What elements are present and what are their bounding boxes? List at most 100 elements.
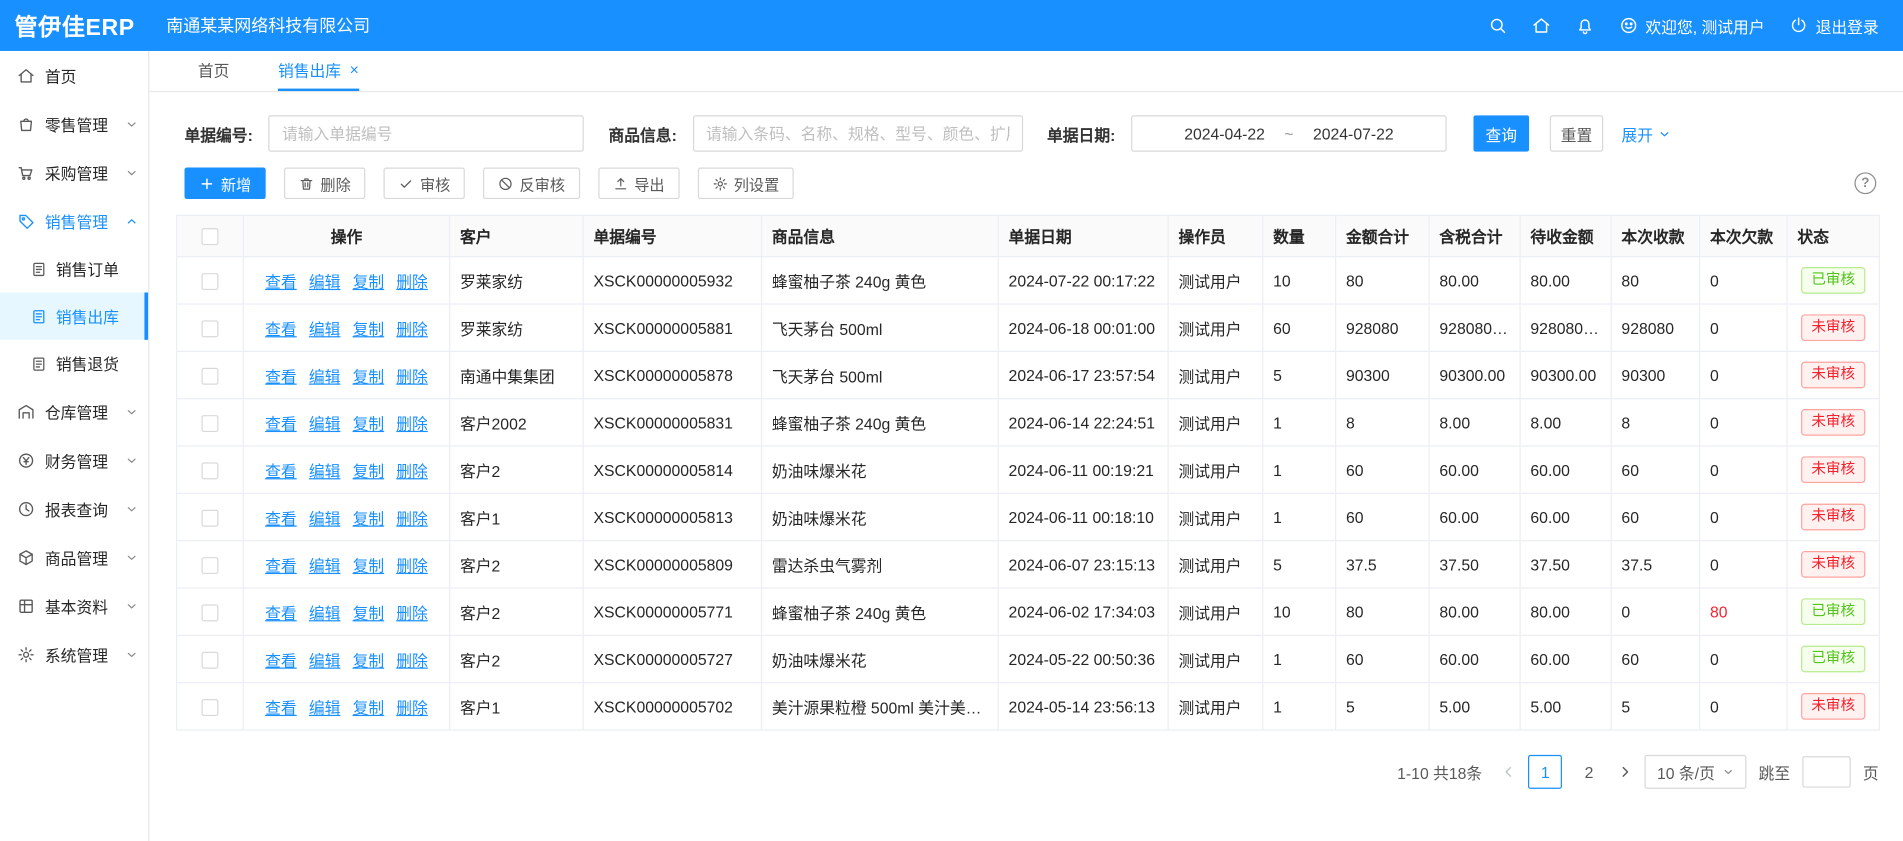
sidebar-item-purchase-management[interactable]: 采购管理	[0, 148, 148, 197]
row-action-delete[interactable]: 删除	[396, 556, 428, 574]
page-button-2[interactable]: 2	[1572, 755, 1606, 789]
row-action-copy[interactable]: 复制	[353, 509, 385, 527]
row-action-view[interactable]: 查看	[265, 462, 297, 480]
row-action-delete[interactable]: 删除	[396, 509, 428, 527]
bill-no-input[interactable]	[269, 115, 585, 151]
row-checkbox[interactable]	[201, 415, 218, 432]
product-icon	[17, 548, 35, 566]
sidebar-item-product-management[interactable]: 商品管理	[0, 533, 148, 582]
row-checkbox[interactable]	[201, 320, 218, 337]
home-icon[interactable]	[1531, 16, 1550, 35]
row-checkbox[interactable]	[201, 651, 218, 668]
sidebar-item-basic-data[interactable]: 基本资料	[0, 581, 148, 630]
add-button[interactable]: 新增	[184, 167, 265, 199]
cell-customer: 客户2	[450, 541, 584, 588]
sidebar-item-retail-management[interactable]: 零售管理	[0, 100, 148, 149]
row-action-edit[interactable]: 编辑	[309, 272, 341, 290]
expand-link[interactable]: 展开	[1621, 122, 1671, 145]
sidebar-item-warehouse-management[interactable]: 仓库管理	[0, 387, 148, 436]
row-action-view[interactable]: 查看	[265, 367, 297, 385]
row-action-delete[interactable]: 删除	[396, 272, 428, 290]
row-checkbox[interactable]	[201, 557, 218, 574]
column-settings-button[interactable]: 列设置	[697, 167, 794, 199]
row-action-copy[interactable]: 复制	[353, 320, 385, 338]
bell-icon[interactable]	[1575, 16, 1594, 35]
row-action-copy[interactable]: 复制	[353, 462, 385, 480]
row-action-view[interactable]: 查看	[265, 509, 297, 527]
sidebar-item-report-query[interactable]: 报表查询	[0, 484, 148, 533]
audit-button[interactable]: 审核	[384, 167, 465, 199]
sidebar-item-sales-management[interactable]: 销售管理	[0, 197, 148, 246]
row-action-copy[interactable]: 复制	[353, 272, 385, 290]
row-action-edit[interactable]: 编辑	[309, 509, 341, 527]
product-info-input[interactable]	[693, 115, 1023, 151]
row-action-delete[interactable]: 删除	[396, 320, 428, 338]
row-action-delete[interactable]: 删除	[396, 414, 428, 432]
close-tab-icon[interactable]: ×	[350, 62, 359, 78]
row-action-copy[interactable]: 复制	[353, 698, 385, 716]
sidebar-item-sales-outbound[interactable]: 销售出库	[0, 292, 148, 339]
sidebar-item-sales-order[interactable]: 销售订单	[0, 245, 148, 292]
prev-page-icon[interactable]	[1502, 765, 1517, 780]
tab-home[interactable]: 首页	[198, 51, 230, 91]
row-action-copy[interactable]: 复制	[353, 556, 385, 574]
reset-button[interactable]: 重置	[1550, 115, 1603, 151]
row-action-edit[interactable]: 编辑	[309, 698, 341, 716]
next-page-icon[interactable]	[1618, 765, 1633, 780]
row-action-edit[interactable]: 编辑	[309, 367, 341, 385]
row-action-edit[interactable]: 编辑	[309, 604, 341, 622]
row-action-delete[interactable]: 删除	[396, 367, 428, 385]
row-action-view[interactable]: 查看	[265, 651, 297, 669]
row-action-delete[interactable]: 删除	[396, 462, 428, 480]
row-action-edit[interactable]: 编辑	[309, 320, 341, 338]
jump-page-input[interactable]	[1802, 756, 1851, 788]
row-action-view[interactable]: 查看	[265, 414, 297, 432]
user-menu[interactable]: 欢迎您, 测试用户	[1619, 14, 1765, 37]
row-checkbox[interactable]	[201, 509, 218, 526]
row-actions-cell: 查看编辑复制删除	[243, 588, 449, 635]
row-action-edit[interactable]: 编辑	[309, 414, 341, 432]
sidebar-item-sales-return[interactable]: 销售退货	[0, 340, 148, 387]
sidebar-item-home[interactable]: 首页	[0, 51, 148, 100]
logout-button[interactable]: 退出登录	[1789, 14, 1879, 37]
row-action-view[interactable]: 查看	[265, 320, 297, 338]
cell-tax-total: 928080.00	[1429, 304, 1520, 351]
sidebar-item-finance-management[interactable]: 财务管理	[0, 436, 148, 485]
row-action-copy[interactable]: 复制	[353, 367, 385, 385]
status-badge: 已审核	[1802, 599, 1865, 625]
row-action-delete[interactable]: 删除	[396, 651, 428, 669]
table-row: 查看编辑复制删除客户2XSCK00000005727奶油味爆米花2024-05-…	[177, 635, 1880, 682]
row-checkbox[interactable]	[201, 699, 218, 716]
cell-qty: 60	[1263, 304, 1336, 351]
delete-button[interactable]: 删除	[284, 167, 365, 199]
sidebar-item-system-management[interactable]: 系统管理	[0, 630, 148, 679]
row-action-view[interactable]: 查看	[265, 556, 297, 574]
row-action-edit[interactable]: 编辑	[309, 651, 341, 669]
row-action-view[interactable]: 查看	[265, 604, 297, 622]
search-button[interactable]: 查询	[1473, 115, 1529, 151]
help-icon[interactable]: ?	[1854, 172, 1876, 194]
row-action-delete[interactable]: 删除	[396, 698, 428, 716]
row-checkbox[interactable]	[201, 604, 218, 621]
row-action-copy[interactable]: 复制	[353, 414, 385, 432]
table-row: 查看编辑复制删除罗莱家纺XSCK00000005932蜂蜜柚子茶 240g 黄色…	[177, 257, 1880, 304]
row-action-view[interactable]: 查看	[265, 272, 297, 290]
date-range-picker[interactable]: 2024-04-22 ~ 2024-07-22	[1131, 115, 1447, 151]
tab-sales-outbound[interactable]: 销售出库×	[278, 51, 359, 91]
row-action-view[interactable]: 查看	[265, 698, 297, 716]
row-checkbox[interactable]	[201, 273, 218, 290]
row-checkbox[interactable]	[201, 367, 218, 384]
unaudit-button[interactable]: 反审核	[483, 167, 580, 199]
row-action-delete[interactable]: 删除	[396, 604, 428, 622]
page-button-1[interactable]: 1	[1528, 755, 1562, 789]
row-action-copy[interactable]: 复制	[353, 604, 385, 622]
row-checkbox[interactable]	[201, 462, 218, 479]
export-button[interactable]: 导出	[598, 167, 679, 199]
row-action-copy[interactable]: 复制	[353, 651, 385, 669]
chevron-down-icon	[125, 117, 138, 130]
row-action-edit[interactable]: 编辑	[309, 462, 341, 480]
select-all-checkbox[interactable]	[201, 229, 218, 246]
search-icon[interactable]	[1488, 16, 1507, 35]
row-action-edit[interactable]: 编辑	[309, 556, 341, 574]
page-size-select[interactable]: 10 条/页	[1645, 755, 1747, 789]
